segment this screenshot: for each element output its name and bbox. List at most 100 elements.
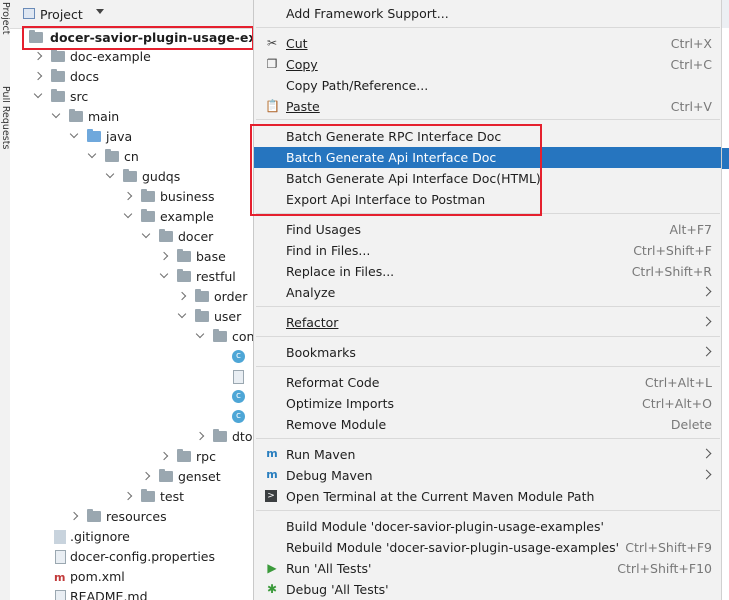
chevron-down-icon[interactable] bbox=[123, 209, 133, 219]
menu-label: Cut bbox=[286, 36, 308, 51]
tree-item-user[interactable]: user bbox=[10, 307, 253, 327]
chevron-down-icon[interactable] bbox=[33, 89, 43, 99]
tree-item-pom[interactable]: m pom.xml bbox=[10, 567, 253, 587]
editor-area bbox=[721, 0, 729, 600]
menu-item-debug-maven[interactable]: m Debug Maven bbox=[254, 465, 722, 486]
menu-item-add-framework[interactable]: Add Framework Support... bbox=[254, 3, 722, 24]
menu-item-run-all-tests[interactable]: ▶ Run 'All Tests' Ctrl+Shift+F10 bbox=[254, 558, 722, 579]
editor-tab[interactable] bbox=[722, 0, 729, 28]
menu-item-analyze[interactable]: Analyze bbox=[254, 282, 722, 303]
menu-item-optimize-imports[interactable]: Optimize Imports Ctrl+Alt+O bbox=[254, 393, 722, 414]
menu-separator bbox=[256, 306, 720, 307]
tree-item-class-2[interactable] bbox=[10, 367, 253, 387]
menu-shortcut: Ctrl+Shift+F10 bbox=[617, 561, 712, 576]
chevron-right-icon[interactable] bbox=[141, 471, 151, 481]
package-icon bbox=[141, 189, 155, 202]
tree-item-test[interactable]: test bbox=[10, 487, 253, 507]
menu-item-bookmarks[interactable]: Bookmarks bbox=[254, 342, 722, 363]
chevron-down-icon[interactable] bbox=[96, 9, 104, 14]
tree-item-docer[interactable]: docer bbox=[10, 227, 253, 247]
tree-item-con[interactable]: con bbox=[10, 327, 254, 347]
project-view-selector[interactable]: Project bbox=[40, 7, 83, 22]
menu-label: Remove Module bbox=[286, 417, 387, 432]
tree-label: example bbox=[160, 209, 214, 224]
menu-item-open-terminal[interactable]: > Open Terminal at the Current Maven Mod… bbox=[254, 486, 722, 507]
menu-item-find-usages[interactable]: Find Usages Alt+F7 bbox=[254, 219, 722, 240]
package-icon bbox=[141, 489, 155, 502]
menu-item-copy-path[interactable]: Copy Path/Reference... bbox=[254, 75, 722, 96]
tree-item-class-3[interactable]: c bbox=[10, 387, 253, 407]
chevron-down-icon[interactable] bbox=[141, 229, 151, 239]
chevron-right-icon[interactable] bbox=[123, 191, 133, 201]
menu-item-rebuild-module[interactable]: Rebuild Module 'docer-savior-plugin-usag… bbox=[254, 537, 722, 558]
project-icon bbox=[23, 8, 35, 19]
tree-item-cn[interactable]: cn bbox=[10, 147, 253, 167]
tree-item-java[interactable]: java bbox=[10, 127, 253, 147]
menu-item-find-in-files[interactable]: Find in Files... Ctrl+Shift+F bbox=[254, 240, 722, 261]
class-icon: c bbox=[232, 390, 245, 403]
tree-item-rpc[interactable]: rpc bbox=[10, 447, 253, 467]
menu-shortcut: Ctrl+Shift+F bbox=[633, 243, 712, 258]
tree-item-docs[interactable]: docs bbox=[10, 67, 253, 87]
menu-item-build-module[interactable]: Build Module 'docer-savior-plugin-usage-… bbox=[254, 516, 722, 537]
tree-item-src[interactable]: src bbox=[10, 87, 253, 107]
project-panel: Project docer-savior-plugin-usage-exam d… bbox=[10, 0, 278, 600]
chevron-down-icon[interactable] bbox=[177, 309, 187, 319]
menu-shortcut: Ctrl+Shift+F9 bbox=[625, 540, 712, 555]
tree-item-gitignore[interactable]: .gitignore bbox=[10, 527, 253, 547]
tree-label: resources bbox=[106, 509, 167, 524]
tree-item-class-4[interactable]: c bbox=[10, 407, 253, 427]
chevron-right-icon[interactable] bbox=[177, 291, 187, 301]
tree-item-genset[interactable]: genset bbox=[10, 467, 253, 487]
tree-item-order[interactable]: order bbox=[10, 287, 253, 307]
tree-item-gudqs[interactable]: gudqs bbox=[10, 167, 253, 187]
chevron-down-icon[interactable] bbox=[69, 129, 79, 139]
tree-item-example[interactable]: example bbox=[10, 207, 253, 227]
chevron-down-icon[interactable] bbox=[159, 269, 169, 279]
menu-label: Debug Maven bbox=[286, 468, 373, 483]
submenu-arrow-icon bbox=[701, 316, 712, 327]
menu-item-reformat-code[interactable]: Reformat Code Ctrl+Alt+L bbox=[254, 372, 722, 393]
tree-item-docer-config[interactable]: docer-config.properties bbox=[10, 547, 253, 567]
chevron-down-icon[interactable] bbox=[105, 169, 115, 179]
chevron-right-icon[interactable] bbox=[159, 251, 169, 261]
tree-item-business[interactable]: business bbox=[10, 187, 253, 207]
tree-item-base[interactable]: base bbox=[10, 247, 253, 267]
menu-shortcut: Ctrl+Alt+L bbox=[644, 375, 712, 390]
tree-label: business bbox=[160, 189, 215, 204]
tree-item-main[interactable]: main bbox=[10, 107, 253, 127]
tree-item-resources[interactable]: resources bbox=[10, 507, 253, 527]
menu-item-debug-all-tests[interactable]: ✱ Debug 'All Tests' bbox=[254, 579, 722, 600]
chevron-down-icon[interactable] bbox=[87, 149, 97, 159]
menu-item-paste[interactable]: 📋 Paste Ctrl+V bbox=[254, 96, 722, 117]
chevron-right-icon[interactable] bbox=[195, 431, 205, 441]
menu-item-remove-module[interactable]: Remove Module Delete bbox=[254, 414, 722, 435]
menu-item-refactor[interactable]: Refactor bbox=[254, 312, 722, 333]
class-icon: c bbox=[232, 410, 245, 423]
menu-item-copy[interactable]: ❐ Copy Ctrl+C bbox=[254, 54, 722, 75]
tree-item-class-1[interactable]: c bbox=[10, 347, 253, 367]
folder-icon bbox=[69, 109, 83, 122]
menu-label: Build Module 'docer-savior-plugin-usage-… bbox=[286, 519, 604, 534]
tree-item-restful[interactable]: restful bbox=[10, 267, 253, 287]
menu-item-replace-in-files[interactable]: Replace in Files... Ctrl+Shift+R bbox=[254, 261, 722, 282]
tree-label: user bbox=[214, 309, 242, 324]
menu-label: Run 'All Tests' bbox=[286, 561, 372, 576]
tree-label: pom.xml bbox=[70, 569, 125, 584]
chevron-right-icon[interactable] bbox=[33, 71, 43, 81]
tree-label: restful bbox=[196, 269, 236, 284]
menu-item-cut[interactable]: ✂ Cut Ctrl+X bbox=[254, 33, 722, 54]
chevron-down-icon[interactable] bbox=[51, 109, 61, 119]
tree-item-doc-example[interactable]: doc-example bbox=[10, 47, 253, 67]
tree-label: main bbox=[88, 109, 120, 124]
resources-folder-icon bbox=[87, 509, 101, 522]
chevron-right-icon[interactable] bbox=[159, 451, 169, 461]
tree-item-readme[interactable]: README.md bbox=[10, 587, 253, 600]
chevron-right-icon[interactable] bbox=[69, 511, 79, 521]
chevron-right-icon[interactable] bbox=[33, 51, 43, 61]
menu-item-run-maven[interactable]: m Run Maven bbox=[254, 444, 722, 465]
chevron-right-icon[interactable] bbox=[123, 491, 133, 501]
tree-item-dto[interactable]: dto bbox=[10, 427, 253, 447]
menu-separator bbox=[256, 119, 720, 120]
chevron-down-icon[interactable] bbox=[195, 329, 205, 339]
